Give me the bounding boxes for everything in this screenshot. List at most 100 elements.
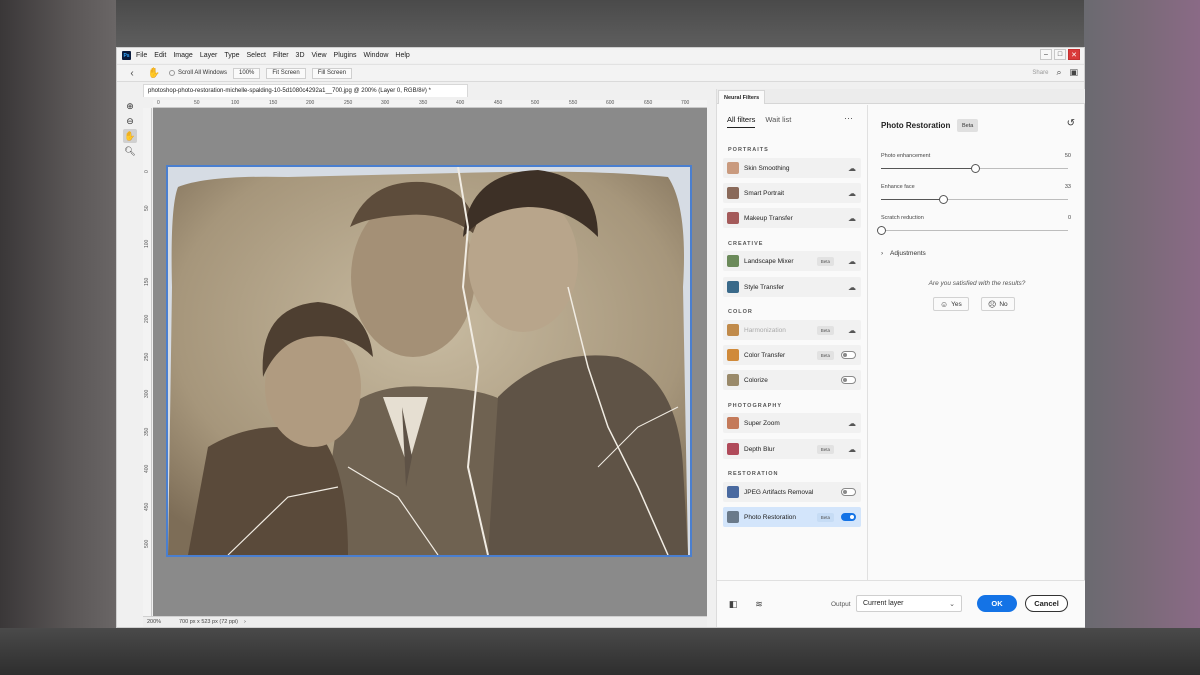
filter-skin-smoothing[interactable]: Skin Smoothing ☁ [723, 158, 861, 178]
scroll-all-windows-checkbox[interactable]: Scroll All Windows [169, 70, 227, 76]
filter-label: JPEG Artifacts Removal [744, 488, 814, 496]
photoshop-window: Ps File Edit Image Layer Type Select Fil… [116, 47, 1085, 628]
status-zoom[interactable]: 200% [147, 619, 179, 625]
menu-image[interactable]: Image [173, 52, 192, 59]
minimize-button[interactable]: – [1040, 49, 1052, 60]
filter-toggle[interactable] [841, 376, 856, 384]
filter-style-transfer[interactable]: Style Transfer ☁ [723, 277, 861, 297]
menu-3d[interactable]: 3D [296, 52, 305, 59]
filter-photo-restoration[interactable]: Photo Restoration Beta [723, 507, 861, 527]
zoom-out-icon[interactable]: ⊖ [123, 114, 137, 128]
beta-badge: Beta [816, 350, 834, 360]
ruler-tick: 200 [306, 100, 315, 106]
zoom-in-icon[interactable]: ⊕ [123, 99, 137, 113]
ruler-tick: 100 [231, 100, 240, 106]
compare-icon[interactable]: ◧ [725, 596, 741, 612]
slider-value-photo-enhancement: 50 [1064, 153, 1071, 159]
beta-badge: Beta [816, 325, 834, 335]
ok-button[interactable]: OK [977, 595, 1017, 612]
output-select[interactable]: Current layer ⌄ [856, 595, 962, 612]
panel-layout-icon[interactable]: ▣ [1069, 67, 1078, 78]
search-icon[interactable]: ⌕ [1056, 67, 1061, 78]
yes-label: Yes [951, 300, 962, 308]
cancel-button[interactable]: Cancel [1025, 595, 1068, 612]
feedback-no-button[interactable]: ☹ No [981, 297, 1015, 311]
filter-toggle[interactable] [841, 351, 856, 359]
menu-layer[interactable]: Layer [200, 52, 218, 59]
cloud-download-icon[interactable]: ☁ [848, 189, 856, 198]
filter-list: All filters Wait list ··· PORTRAITS Skin… [717, 105, 868, 580]
checkbox-box [169, 70, 175, 76]
cloud-download-icon[interactable]: ☁ [848, 326, 856, 335]
hand-icon[interactable]: ✋ [123, 129, 137, 143]
chevron-right-icon[interactable]: › [244, 619, 246, 625]
slider-handle[interactable] [938, 195, 948, 204]
filter-thumbnail [727, 324, 739, 336]
neural-filters-tab[interactable]: Neural Filters [718, 90, 766, 104]
filter-thumbnail [727, 255, 739, 267]
menu-view[interactable]: View [312, 52, 327, 59]
cloud-download-icon[interactable]: ☁ [848, 283, 856, 292]
hand-tool-preset-icon[interactable]: ✋ [147, 66, 161, 80]
filter-super-zoom[interactable]: Super Zoom ☁ [723, 413, 861, 433]
close-button[interactable]: ✕ [1068, 49, 1080, 60]
menu-help[interactable]: Help [395, 52, 409, 59]
reset-icon[interactable]: ↺ [1067, 118, 1075, 129]
filter-jpeg-artifacts-removal[interactable]: JPEG Artifacts Removal [723, 482, 861, 502]
fill-screen-button[interactable]: Fill Screen [311, 67, 353, 79]
section-restoration: RESTORATION [728, 471, 779, 477]
slider-value-scratch-reduction: 0 [1067, 215, 1071, 221]
back-icon[interactable]: ‹ [125, 66, 139, 80]
background-right [1084, 0, 1200, 675]
slider-photo-enhancement[interactable] [881, 164, 1068, 173]
restored-photo[interactable] [166, 165, 692, 557]
document-tab[interactable]: photoshop-photo-restoration-michelle-spa… [143, 84, 468, 97]
filter-thumbnail [727, 486, 739, 498]
cloud-download-icon[interactable]: ☁ [848, 445, 856, 454]
ruler-tick: 550 [569, 100, 578, 106]
cloud-download-icon[interactable]: ☁ [848, 164, 856, 173]
filter-smart-portrait[interactable]: Smart Portrait ☁ [723, 183, 861, 203]
layers-icon[interactable]: ≋ [751, 596, 767, 612]
slider-enhance-face[interactable] [881, 195, 1068, 204]
filter-colorize[interactable]: Colorize [723, 370, 861, 390]
feedback-yes-button[interactable]: ☺ Yes [933, 297, 969, 311]
smile-icon: ☺ [940, 299, 949, 309]
cloud-download-icon[interactable]: ☁ [848, 419, 856, 428]
maximize-button[interactable]: □ [1054, 49, 1066, 60]
slider-handle[interactable] [877, 226, 886, 235]
menu-window[interactable]: Window [364, 52, 389, 59]
tab-all-filters[interactable]: All filters [727, 115, 756, 128]
neural-filters-panel: Neural Filters All filters Wait list ···… [716, 89, 1085, 627]
adjustments-expander[interactable]: › Adjustments [881, 250, 926, 257]
share-button[interactable]: Share [1032, 70, 1048, 76]
menu-select[interactable]: Select [247, 52, 266, 59]
magnifier-icon[interactable]: 🔍︎ [123, 144, 137, 158]
filter-landscape-mixer[interactable]: Landscape Mixer Beta ☁ [723, 251, 861, 271]
cloud-download-icon[interactable]: ☁ [848, 257, 856, 266]
slider-handle[interactable] [970, 164, 980, 173]
cloud-download-icon[interactable]: ☁ [848, 214, 856, 223]
background-left [0, 0, 116, 675]
filter-depth-blur[interactable]: Depth Blur Beta ☁ [723, 439, 861, 459]
filter-toggle[interactable] [841, 488, 856, 496]
menu-plugins[interactable]: Plugins [334, 52, 357, 59]
zoom-100-button[interactable]: 100% [233, 67, 261, 79]
ruler-tick: 250 [144, 352, 150, 361]
slider-scratch-reduction[interactable] [877, 226, 1068, 235]
fit-screen-button[interactable]: Fit Screen [266, 67, 306, 79]
frown-icon: ☹ [988, 299, 997, 309]
more-options-icon[interactable]: ··· [844, 113, 853, 123]
filter-harmonization[interactable]: Harmonization Beta ☁ [723, 320, 861, 340]
filter-thumbnail [727, 281, 739, 293]
tab-wait-list[interactable]: Wait list [765, 115, 791, 128]
menu-filter[interactable]: Filter [273, 52, 289, 59]
menu-file[interactable]: File [136, 52, 147, 59]
filter-color-transfer[interactable]: Color Transfer Beta [723, 345, 861, 365]
menu-type[interactable]: Type [224, 52, 239, 59]
filter-toggle[interactable] [841, 513, 856, 521]
menu-edit[interactable]: Edit [154, 52, 166, 59]
output-label: Output [831, 601, 851, 608]
filter-makeup-transfer[interactable]: Makeup Transfer ☁ [723, 208, 861, 228]
ruler-tick: 50 [194, 100, 200, 106]
